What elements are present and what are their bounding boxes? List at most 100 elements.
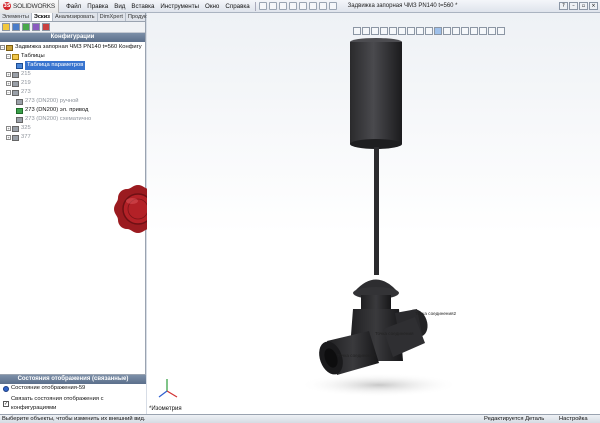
logo-text: SOLIDWORKS (13, 2, 56, 10)
restore-icon[interactable]: ▫ (579, 2, 588, 10)
tree-param-table-label: Таблица параметров (25, 61, 86, 70)
shadows-icon[interactable] (470, 27, 478, 35)
collapse-toggle-icon[interactable]: − (6, 54, 11, 59)
tab-features[interactable]: Элементы (0, 13, 32, 21)
status-customize[interactable]: Настройка (559, 415, 588, 423)
connection-point-label[interactable]: Точка соединения (375, 331, 414, 336)
tree-config-item-active[interactable]: 273 (DN200) эл. привод (0, 106, 145, 115)
tree-config-item[interactable]: − 273 (0, 88, 145, 97)
ambient-occlusion-icon[interactable] (479, 27, 487, 35)
new-document-icon[interactable] (258, 2, 267, 10)
zoom-fit-icon[interactable] (353, 27, 361, 35)
menu-help[interactable]: Справка (222, 3, 252, 10)
menu-view[interactable]: Вид (111, 3, 128, 10)
tab-sketch[interactable]: Эскиз (31, 13, 53, 21)
tree-param-table[interactable]: Таблица параметров (0, 61, 145, 70)
tree-config-item[interactable]: + 219 (0, 79, 145, 88)
separator (254, 1, 256, 11)
menu-edit[interactable]: Правка (84, 3, 111, 10)
rebuild-icon[interactable] (318, 2, 327, 10)
connection-point-label[interactable]: Точка соединения2 (415, 311, 456, 316)
config-label: 325 (21, 125, 31, 131)
design-table-icon (16, 62, 23, 69)
view-settings-icon[interactable] (443, 27, 451, 35)
help-icon[interactable]: ? (559, 2, 568, 10)
tree-config-item[interactable]: + 215 (0, 70, 145, 79)
manager-tabs-row (0, 22, 145, 33)
title-bar: 3S SOLIDWORKS Файл Правка Вид Вставка Ин… (0, 0, 600, 13)
expand-toggle-icon[interactable]: + (6, 72, 11, 77)
expand-toggle-icon[interactable]: + (6, 126, 11, 131)
previous-view-icon[interactable] (371, 27, 379, 35)
display-style-icon[interactable] (407, 27, 415, 35)
menu-tools[interactable]: Инструменты (157, 3, 202, 10)
menu-window[interactable]: Окно (202, 3, 222, 10)
config-label: 273 (DN200) эл. привод (25, 107, 89, 113)
undo-icon[interactable] (298, 2, 307, 10)
tree-config-item[interactable]: 273 (DN200) схематично (0, 115, 145, 124)
property-manager-icon[interactable] (12, 23, 20, 31)
active-configuration-icon (16, 107, 23, 114)
print-icon[interactable] (288, 2, 297, 10)
link-display-states-label: Связать состояния отображения с конфигур… (11, 395, 104, 411)
dimxpert-manager-icon[interactable] (32, 23, 40, 31)
collapse-toggle-icon[interactable]: − (6, 90, 11, 95)
configuration-icon (16, 116, 23, 123)
open-folder-icon[interactable] (268, 2, 277, 10)
status-bar: Выберите объекты, чтобы изменить их внеш… (0, 414, 600, 423)
tree-root[interactable]: − Задвижка запорная ЧМЗ PN140 t=560 Конф… (0, 43, 145, 52)
heads-up-view-toolbar (353, 27, 506, 35)
menu-bar: Файл Правка Вид Вставка Инструменты Окно… (63, 3, 253, 10)
display-state-label: Состояние отображения-59 (11, 385, 86, 391)
save-icon[interactable] (278, 2, 287, 10)
connection-point-label[interactable]: Точка соединения (337, 353, 376, 358)
tree-config-item[interactable]: 273 (DN200) ручной (0, 97, 145, 106)
tab-dimxpert[interactable]: DimXpert (98, 13, 126, 21)
edit-appearance-icon[interactable] (425, 27, 433, 35)
configuration-icon (16, 98, 23, 105)
apply-scene-icon[interactable] (434, 27, 442, 35)
tree-tables-folder[interactable]: − Таблицы (0, 52, 145, 61)
solidworks-logo[interactable]: 3S SOLIDWORKS (0, 0, 60, 13)
display-state-radio-icon[interactable] (3, 385, 9, 392)
dynamic-annotation-icon[interactable] (389, 27, 397, 35)
graphics-area[interactable]: Точка соединения2 Точка соединения Точка… (147, 13, 600, 414)
section-view-icon[interactable] (380, 27, 388, 35)
minimize-icon[interactable]: – (569, 2, 578, 10)
configuration-icon (12, 89, 19, 96)
cartoon-icon[interactable] (497, 27, 505, 35)
feature-manager-icon[interactable] (2, 23, 10, 31)
axis-triad-icon (158, 379, 178, 398)
tree-root-label: Задвижка запорная ЧМЗ PN140 t=560 Конфиг… (15, 44, 142, 50)
zoom-area-icon[interactable] (362, 27, 370, 35)
menu-insert[interactable]: Вставка (128, 3, 157, 10)
part-icon (6, 44, 13, 51)
close-icon[interactable]: × (589, 2, 598, 10)
display-state-item[interactable]: Состояние отображения-59 (0, 384, 146, 393)
link-display-states-row[interactable]: ✓ Связать состояния отображения с конфиг… (0, 396, 146, 411)
folder-icon (12, 53, 19, 60)
link-display-states-checkbox[interactable]: ✓ (3, 400, 9, 407)
realview-icon[interactable] (461, 27, 469, 35)
select-cursor-icon[interactable] (308, 2, 317, 10)
perspective-icon[interactable] (488, 27, 496, 35)
display-manager-icon[interactable] (42, 23, 50, 31)
options-gear-icon[interactable] (328, 2, 337, 10)
hide-show-items-icon[interactable] (416, 27, 424, 35)
tab-analyze[interactable]: Анализировать (53, 13, 98, 21)
collapse-toggle-icon[interactable]: − (0, 45, 5, 50)
expand-toggle-icon[interactable]: + (6, 81, 11, 86)
tree-config-item[interactable]: + 377 (0, 133, 145, 142)
menu-file[interactable]: Файл (63, 3, 84, 10)
window-controls: ? – ▫ × (558, 2, 598, 10)
expand-toggle-icon[interactable]: + (6, 135, 11, 140)
view-orientation-label: *Изометрия (149, 406, 182, 412)
view-orientation-icon[interactable] (398, 27, 406, 35)
config-panel-header: Конфигурации (0, 33, 145, 42)
configuration-manager-icon[interactable] (22, 23, 30, 31)
config-label: 377 (21, 134, 31, 140)
command-manager-tabs: Элементы Эскиз Анализировать DimXpert Пр… (0, 13, 173, 22)
configuration-icon (12, 125, 19, 132)
tree-config-item[interactable]: + 325 (0, 124, 145, 133)
render-tools-icon[interactable] (452, 27, 460, 35)
